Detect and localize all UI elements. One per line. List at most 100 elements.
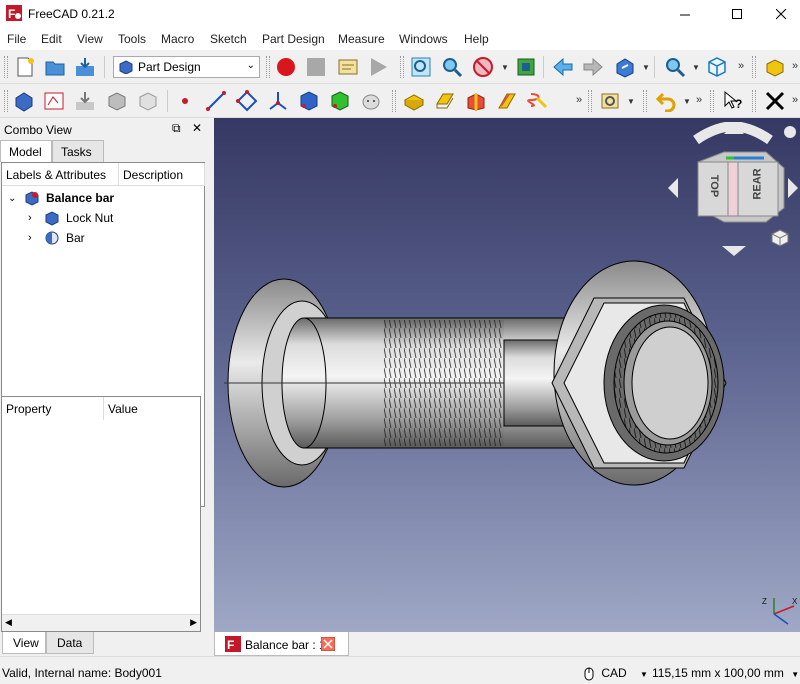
tree-item-lock-nut[interactable]: › Lock Nut bbox=[28, 208, 113, 228]
navigation-cube[interactable]: TOP REAR bbox=[666, 121, 800, 262]
forward-button[interactable] bbox=[580, 54, 606, 80]
macro-execute-button[interactable] bbox=[365, 54, 391, 80]
toolbar-overflow-icon[interactable]: » bbox=[576, 94, 582, 106]
menu-edit[interactable]: Edit bbox=[41, 32, 62, 46]
undo-button[interactable] bbox=[653, 88, 679, 114]
menu-help[interactable]: Help bbox=[464, 32, 489, 46]
chevron-right-icon[interactable]: › bbox=[28, 212, 42, 224]
toolbar-grip[interactable] bbox=[710, 90, 714, 112]
chevron-right-icon[interactable]: › bbox=[28, 232, 42, 244]
datum-line-button[interactable] bbox=[203, 88, 229, 114]
fit-selection-button[interactable] bbox=[439, 54, 465, 80]
toolbar-grip[interactable] bbox=[400, 56, 404, 78]
toolbar-grip[interactable] bbox=[4, 90, 8, 112]
macro-stop-button[interactable] bbox=[303, 54, 329, 80]
macro-edit-button[interactable] bbox=[335, 54, 361, 80]
menu-tools[interactable]: Tools bbox=[118, 32, 146, 46]
tab-data[interactable]: Data bbox=[46, 632, 94, 654]
create-sketch-button[interactable] bbox=[41, 88, 67, 114]
navcube-face-rear[interactable]: REAR bbox=[752, 168, 764, 199]
menu-windows[interactable]: Windows bbox=[399, 32, 448, 46]
chevron-down-icon[interactable]: ▼ bbox=[683, 97, 691, 106]
close-tab-icon[interactable] bbox=[321, 637, 335, 651]
bounding-box-button[interactable] bbox=[513, 54, 539, 80]
part-button[interactable] bbox=[762, 54, 788, 80]
save-document-button[interactable] bbox=[72, 54, 98, 80]
link-button[interactable] bbox=[612, 54, 638, 80]
shape-binder-button[interactable] bbox=[104, 88, 130, 114]
menu-measure[interactable]: Measure bbox=[338, 32, 385, 46]
chevron-down-icon[interactable]: ⌄ bbox=[8, 193, 22, 204]
macro-record-button[interactable] bbox=[273, 54, 299, 80]
whats-this-button[interactable]: ? bbox=[720, 88, 746, 114]
additive-loft-button[interactable] bbox=[463, 88, 489, 114]
menu-part-design[interactable]: Part Design bbox=[262, 32, 325, 46]
close-panel-icon[interactable]: ✕ bbox=[192, 121, 202, 135]
float-panel-icon[interactable]: ⧉ bbox=[172, 121, 181, 136]
workbench-selector[interactable]: Part Design ⌄ bbox=[113, 56, 260, 78]
chevron-down-icon[interactable]: ▼ bbox=[642, 63, 650, 72]
dimension-readout[interactable]: 115,15 mm x 100,00 mm ▼ bbox=[652, 666, 799, 680]
toolbar-grip[interactable] bbox=[752, 90, 756, 112]
pad-button[interactable] bbox=[401, 88, 427, 114]
clone-button[interactable] bbox=[135, 88, 161, 114]
local-cs-button[interactable] bbox=[265, 88, 291, 114]
isometric-view-button[interactable] bbox=[704, 54, 730, 80]
toolbar-overflow-icon[interactable]: » bbox=[792, 60, 798, 72]
chevron-down-icon[interactable]: ▼ bbox=[501, 63, 509, 72]
view-menu-cube-icon[interactable] bbox=[770, 228, 790, 248]
maximize-button[interactable] bbox=[714, 0, 760, 28]
document-tab-balance-bar[interactable]: F Balance bar : 1 bbox=[214, 632, 349, 656]
toolbar-overflow-icon[interactable]: » bbox=[696, 94, 702, 106]
toolbar-grip[interactable] bbox=[588, 90, 592, 112]
toolbar-grip[interactable] bbox=[266, 56, 270, 78]
back-button[interactable] bbox=[550, 54, 576, 80]
measure-button[interactable] bbox=[597, 88, 623, 114]
tree-item-balance-bar[interactable]: ⌄ Balance bar bbox=[8, 188, 114, 208]
datum-plane-button[interactable] bbox=[234, 88, 260, 114]
additive-helix-button[interactable] bbox=[525, 88, 551, 114]
tree-header-labels[interactable]: Labels & Attributes bbox=[2, 163, 119, 186]
view-zoom-button[interactable] bbox=[662, 54, 688, 80]
close-all-button[interactable] bbox=[762, 88, 788, 114]
tab-tasks[interactable]: Tasks bbox=[52, 140, 104, 162]
subshape-binder-button[interactable] bbox=[296, 88, 322, 114]
close-window-button[interactable] bbox=[758, 0, 800, 28]
navigation-style-selector[interactable]: CAD ▼ bbox=[584, 666, 648, 681]
open-document-button[interactable] bbox=[42, 54, 68, 80]
3d-viewport[interactable]: TOP REAR Z X bbox=[214, 118, 800, 632]
toolbar-overflow-icon[interactable]: » bbox=[738, 60, 744, 72]
chevron-right-icon[interactable]: ▶ bbox=[190, 617, 197, 628]
horizontal-scrollbar[interactable]: ◀ ▶ bbox=[2, 614, 200, 631]
chevron-down-icon[interactable]: ▼ bbox=[627, 97, 635, 106]
new-document-button[interactable] bbox=[12, 54, 38, 80]
toolbar-grip[interactable] bbox=[392, 90, 396, 112]
toolbar-grip[interactable] bbox=[752, 56, 756, 78]
menu-sketch[interactable]: Sketch bbox=[210, 32, 247, 46]
toolbar-grip[interactable] bbox=[643, 90, 647, 112]
navcube-face-top[interactable]: TOP bbox=[708, 175, 720, 197]
draw-style-button[interactable] bbox=[470, 54, 496, 80]
chevron-left-icon[interactable]: ◀ bbox=[5, 617, 12, 628]
value-header[interactable]: Value bbox=[104, 397, 200, 420]
datum-point-button[interactable] bbox=[172, 88, 198, 114]
revolution-button[interactable] bbox=[432, 88, 458, 114]
tab-model[interactable]: Model bbox=[0, 140, 52, 162]
sheep-clone-button[interactable] bbox=[358, 88, 384, 114]
tab-view[interactable]: View bbox=[2, 632, 46, 654]
toolbar-grip[interactable] bbox=[4, 56, 8, 78]
additive-pipe-button[interactable] bbox=[494, 88, 520, 114]
fit-all-button[interactable] bbox=[408, 54, 434, 80]
toolbar-overflow-icon[interactable]: » bbox=[792, 94, 798, 106]
subshape-green-button[interactable] bbox=[327, 88, 353, 114]
menu-file[interactable]: File bbox=[7, 32, 26, 46]
minimize-button[interactable] bbox=[662, 0, 708, 28]
menu-view[interactable]: View bbox=[77, 32, 103, 46]
menu-macro[interactable]: Macro bbox=[161, 32, 194, 46]
tree-header-description[interactable]: Description bbox=[119, 163, 205, 186]
chevron-down-icon[interactable]: ▼ bbox=[692, 63, 700, 72]
create-body-button[interactable] bbox=[11, 88, 37, 114]
property-header[interactable]: Property bbox=[2, 397, 104, 420]
tree-item-bar[interactable]: › Bar bbox=[28, 228, 85, 248]
attach-button[interactable] bbox=[72, 88, 98, 114]
